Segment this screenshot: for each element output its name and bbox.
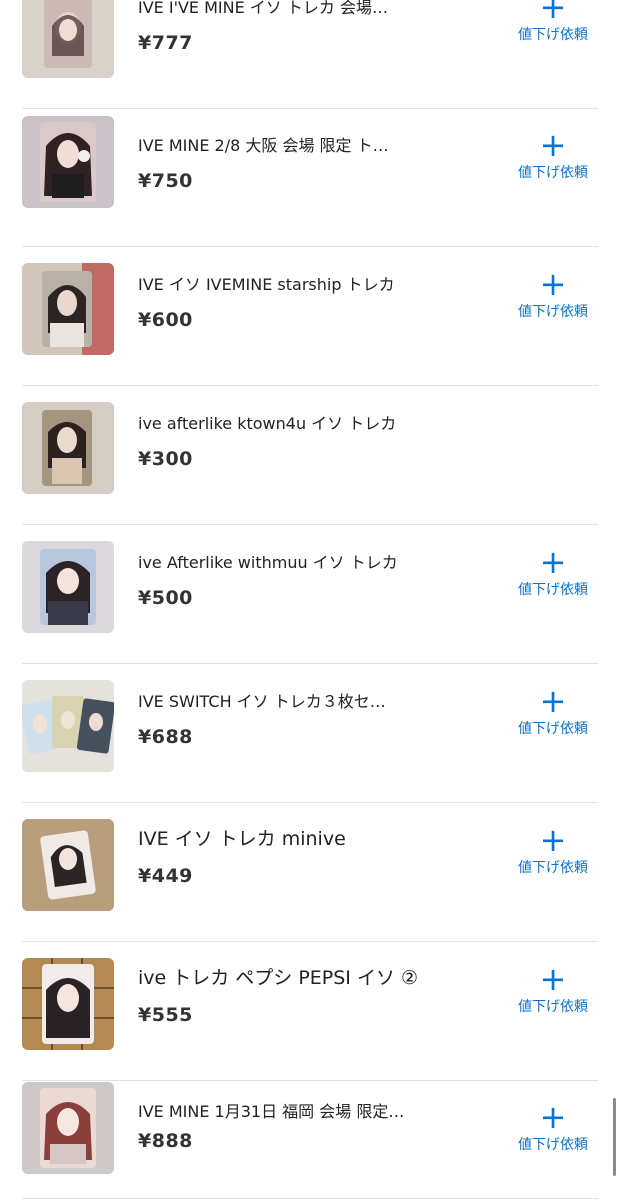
item-price: ¥688: [138, 726, 193, 748]
item-title: ive afterlike ktown4u イソ トレカ: [138, 414, 397, 433]
list-item[interactable]: IVE I'VE MINE イソ トレカ 会場… ¥777 + 値下げ依頼: [22, 0, 598, 109]
photocard-image: [22, 116, 114, 208]
price-cut-request-label: 値下げ依頼: [518, 582, 588, 598]
item-title: IVE MINE 2/8 大阪 会場 限定 ト…: [138, 136, 389, 155]
price-cut-request-button[interactable]: + 値下げ依頼: [508, 682, 598, 738]
photocard-image: [22, 819, 114, 911]
price-cut-request-button[interactable]: + 値下げ依頼: [508, 960, 598, 1016]
product-thumbnail[interactable]: [22, 1082, 114, 1174]
price-cut-request-button[interactable]: + 値下げ依頼: [508, 0, 598, 44]
plus-icon: +: [539, 126, 567, 164]
price-cut-request-label: 値下げ依頼: [518, 860, 588, 876]
price-cut-request-button[interactable]: + 値下げ依頼: [508, 126, 598, 182]
list-item[interactable]: IVE イソ IVEMINE starship トレカ ¥600 + 値下げ依頼: [22, 247, 598, 386]
price-cut-request-label: 値下げ依頼: [518, 999, 588, 1015]
price-cut-request-button[interactable]: + 値下げ依頼: [508, 265, 598, 321]
product-thumbnail[interactable]: [22, 958, 114, 1050]
list-item[interactable]: ive Afterlike withmuu イソ トレカ ¥500 + 値下げ依…: [22, 525, 598, 664]
plus-icon: +: [539, 0, 567, 26]
item-price: ¥555: [138, 1004, 193, 1026]
price-cut-request-label: 値下げ依頼: [518, 27, 588, 43]
item-price: ¥500: [138, 587, 193, 609]
list-item[interactable]: ive afterlike ktown4u イソ トレカ ¥300: [22, 386, 598, 525]
list-item[interactable]: IVE イソ トレカ minive ¥449 + 値下げ依頼: [22, 803, 598, 942]
photocard-image: [22, 541, 114, 633]
product-thumbnail[interactable]: [22, 680, 114, 772]
list-item[interactable]: IVE MINE 1月31日 福岡 会場 限定… ¥888 + 値下げ依頼: [22, 1074, 598, 1199]
item-price: ¥300: [138, 448, 193, 470]
item-price: ¥777: [138, 32, 193, 54]
item-price: ¥600: [138, 309, 193, 331]
plus-icon: +: [539, 821, 567, 859]
plus-icon: +: [539, 543, 567, 581]
product-thumbnail[interactable]: [22, 819, 114, 911]
price-cut-request-label: 値下げ依頼: [518, 1137, 588, 1153]
list-item[interactable]: IVE SWITCH イソ トレカ３枚セ… ¥688 + 値下げ依頼: [22, 664, 598, 803]
plus-icon: +: [539, 682, 567, 720]
price-cut-request-label: 値下げ依頼: [518, 165, 588, 181]
item-price: ¥888: [138, 1130, 193, 1152]
list-item[interactable]: IVE MINE 2/8 大阪 会場 限定 ト… ¥750 + 値下げ依頼: [22, 108, 598, 247]
price-cut-request-button[interactable]: + 値下げ依頼: [508, 1098, 598, 1154]
item-title: IVE イソ IVEMINE starship トレカ: [138, 275, 395, 294]
photocard-image: [22, 263, 114, 355]
plus-icon: +: [539, 265, 567, 303]
item-price: ¥750: [138, 170, 193, 192]
product-thumbnail[interactable]: [22, 541, 114, 633]
photocard-image: [22, 402, 114, 494]
item-title: IVE MINE 1月31日 福岡 会場 限定…: [138, 1102, 405, 1121]
item-title: IVE SWITCH イソ トレカ３枚セ…: [138, 692, 386, 711]
price-cut-request-button[interactable]: + 値下げ依頼: [508, 821, 598, 877]
scrollbar[interactable]: [613, 1098, 616, 1176]
list-item[interactable]: ive トレカ ペプシ PEPSI イソ ② ¥555 + 値下げ依頼: [22, 942, 598, 1081]
price-cut-request-label: 値下げ依頼: [518, 721, 588, 737]
item-title: IVE イソ トレカ minive: [138, 829, 346, 849]
price-cut-request-label: 値下げ依頼: [518, 304, 588, 320]
product-thumbnail[interactable]: [22, 402, 114, 494]
item-title: ive トレカ ペプシ PEPSI イソ ②: [138, 968, 419, 988]
plus-icon: +: [539, 960, 567, 998]
product-thumbnail[interactable]: [22, 263, 114, 355]
price-cut-request-button[interactable]: + 値下げ依頼: [508, 543, 598, 599]
item-title: IVE I'VE MINE イソ トレカ 会場…: [138, 0, 388, 17]
photocard-image: [22, 0, 114, 78]
item-price: ¥449: [138, 865, 193, 887]
product-thumbnail[interactable]: [22, 116, 114, 208]
product-thumbnail[interactable]: [22, 0, 114, 78]
photocard-image: [22, 680, 114, 772]
photocard-image: [22, 958, 114, 1050]
item-title: ive Afterlike withmuu イソ トレカ: [138, 553, 398, 572]
photocard-image: [22, 1082, 114, 1174]
plus-icon: +: [539, 1098, 567, 1136]
